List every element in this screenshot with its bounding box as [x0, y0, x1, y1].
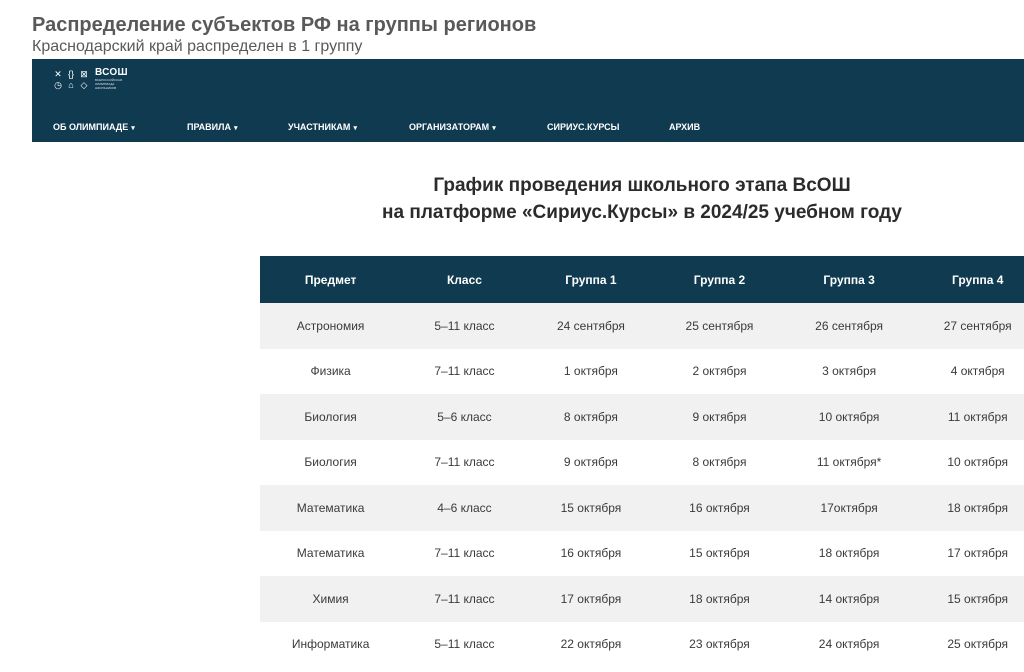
table-row: Астрономия 5–11 класс 24 сентября 25 сен… — [260, 303, 1024, 349]
table-cell: 2 октября — [654, 348, 785, 394]
schedule-table: Предмет Класс Группа 1 Группа 2 Группа 3… — [260, 256, 1024, 667]
schedule-title: График проведения школьного этапа ВсОШ н… — [382, 175, 902, 223]
table-cell: Биология — [260, 394, 402, 440]
table-cell: 11 октября — [913, 394, 1024, 440]
table-cell: Химия — [260, 576, 402, 622]
table-cell: 5–6 класс — [401, 394, 528, 440]
table-cell: 14 октября — [784, 576, 914, 622]
table-cell: 5–11 класс — [401, 303, 528, 349]
table-cell: 11 октября* — [784, 439, 914, 485]
table-cell: 25 октября — [913, 621, 1024, 667]
table-cell: 27 сентября — [913, 303, 1024, 349]
table-cell: Математика — [260, 530, 402, 576]
table-row: Математика 7–11 класс 16 октября 15 октя… — [260, 530, 1024, 576]
table-cell: 15 октября — [654, 530, 785, 576]
table-cell: 24 сентября — [527, 303, 655, 349]
nav-item-rules[interactable]: ПРАВИЛА ▾ — [187, 112, 237, 142]
table-row: Химия 7–11 класс 17 октября 18 октября 1… — [260, 576, 1024, 622]
table-cell: 26 сентября — [784, 303, 914, 349]
table-cell: Биология — [260, 439, 402, 485]
caret-down-icon: ▾ — [492, 125, 496, 132]
caret-down-icon: ▾ — [131, 125, 135, 132]
main-nav: ОБ ОЛИМПИАДЕ ▾ ПРАВИЛА ▾ УЧАСТНИКАМ ▾ ОРГАН… — [32, 112, 1024, 142]
column-header: Группа 4 — [913, 256, 1024, 303]
nav-item-sirius[interactable]: СИРИУС.КУРСЫ — [547, 112, 619, 142]
page-subtitle: Краснодарский край распределен в 1 групп… — [32, 38, 363, 55]
table-cell: 3 октября — [784, 348, 914, 394]
table-cell: 10 октября — [913, 439, 1024, 485]
nav-item-about[interactable]: ОБ ОЛИМПИАДЕ ▾ — [53, 112, 135, 142]
table-cell: Математика — [260, 485, 402, 531]
table-row: Математика 4–6 класс 15 октября 16 октяб… — [260, 485, 1024, 531]
column-header: Группа 1 — [527, 256, 655, 303]
nav-item-participants[interactable]: УЧАСТНИКАМ ▾ — [288, 112, 357, 142]
column-header: Группа 3 — [784, 256, 914, 303]
table-cell: 4 октября — [913, 348, 1024, 394]
site-header: ✕{} ⊠ ◷ ⌂ ◇ ВСОШ ВСЕРОССИЙСКАЯ ОЛИМПИАДА ШК… — [32, 59, 1024, 142]
table-cell: 7–11 класс — [401, 576, 528, 622]
table-cell: 15 октября — [913, 576, 1024, 622]
caret-down-icon: ▾ — [353, 125, 357, 132]
table-cell: 17 октября — [913, 530, 1024, 576]
caret-down-icon: ▾ — [233, 125, 238, 132]
table-cell: Физика — [260, 348, 402, 394]
table-cell: 8 октября — [654, 439, 785, 485]
table-cell: 9 октября — [527, 439, 655, 485]
table-cell: 8 октября — [527, 394, 655, 440]
logo-subtext: ВСЕРОССИЙСКАЯ ОЛИМПИАДА ШКОЛЬНИКОВ — [95, 78, 123, 90]
column-header: Предмет — [260, 256, 402, 303]
column-header: Класс — [401, 256, 528, 303]
table-cell: 7–11 класс — [401, 439, 528, 485]
column-header: Группа 2 — [654, 256, 785, 303]
table-cell: 15 октября — [527, 485, 655, 531]
table-cell: 1 октября — [527, 348, 655, 394]
table-row: Физика 7–11 класс 1 октября 2 октября 3 … — [260, 348, 1024, 394]
logo-text: ВСОШ — [95, 67, 128, 78]
page-title: Распределение субъектов РФ на группы рег… — [32, 14, 537, 36]
site-logo[interactable]: ✕{} ⊠ ◷ ⌂ ◇ ВСОШ ВСЕРОССИЙСКАЯ ОЛИМПИАДА ШК… — [53, 67, 129, 91]
table-header-row: Предмет Класс Группа 1 Группа 2 Группа 3… — [260, 256, 1024, 303]
table-cell: Информатика — [260, 621, 402, 667]
table-cell: 18 октября — [784, 530, 914, 576]
table-cell: 16 октября — [654, 485, 785, 531]
table-cell: 5–11 класс — [401, 621, 528, 667]
table-cell: 7–11 класс — [401, 530, 528, 576]
table-cell: 9 октября — [654, 394, 785, 440]
table-cell: 23 октября — [654, 621, 785, 667]
table-cell: 24 октября — [784, 621, 914, 667]
table-cell: 18 октября — [654, 576, 785, 622]
logo-symbols-icon: ✕{} ⊠ ◷ ⌂ ◇ — [54, 68, 88, 90]
table-cell: 17октября — [784, 485, 914, 531]
table-cell: 18 октября — [913, 485, 1024, 531]
table-cell: 10 октября — [784, 394, 914, 440]
table-cell: 16 октября — [527, 530, 655, 576]
table-cell: Астрономия — [260, 303, 402, 349]
table-cell: 17 октября — [527, 576, 655, 622]
table-cell: 25 сентября — [654, 303, 785, 349]
nav-item-organizers[interactable]: ОРГАНИЗАТОРАМ ▾ — [409, 112, 496, 142]
table-cell: 4–6 класс — [401, 485, 528, 531]
table-cell: 22 октября — [527, 621, 655, 667]
table-row: Биология 7–11 класс 9 октября 8 октября … — [260, 439, 1024, 485]
table-cell: 7–11 класс — [401, 348, 528, 394]
nav-item-archive[interactable]: АРХИВ — [669, 112, 700, 142]
slide-header: Распределение субъектов РФ на группы рег… — [32, 12, 536, 56]
table-row: Биология 5–6 класс 8 октября 9 октября 1… — [260, 394, 1024, 440]
table-row: Информатика 5–11 класс 22 октября 23 окт… — [260, 621, 1024, 667]
